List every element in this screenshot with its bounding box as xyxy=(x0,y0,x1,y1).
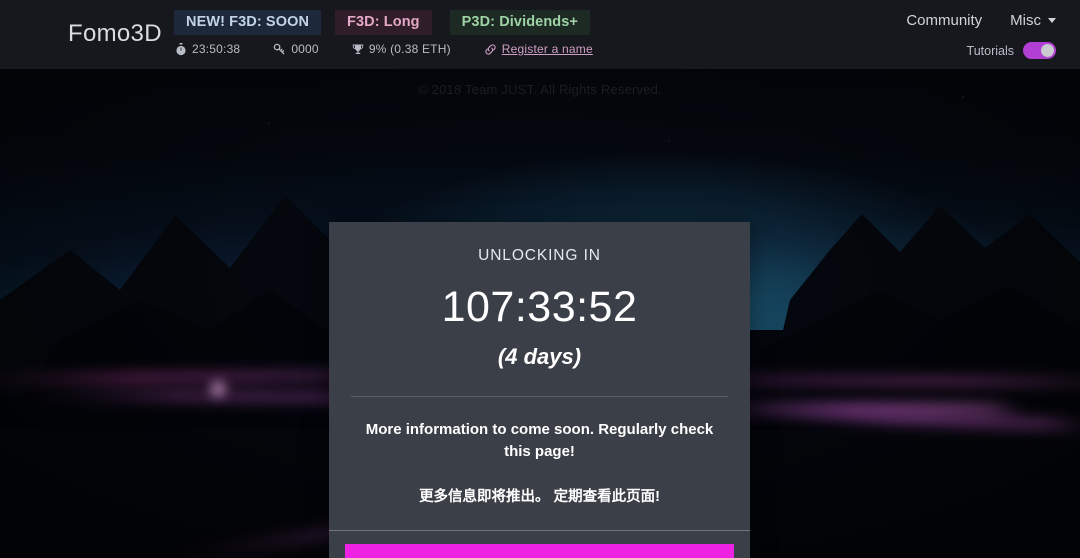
countdown-days: (4 days) xyxy=(497,344,582,370)
stat-keys: 0000 xyxy=(273,42,319,56)
countdown-timer: 107:33:52 xyxy=(441,283,638,331)
secondary-nav: Community Misc xyxy=(906,12,1056,29)
nav-community-label: Community xyxy=(906,12,983,29)
site-header: Fomo3D NEW! F3D: SOON F3D: Long P3D: Div… xyxy=(0,0,1080,69)
stat-dividends: 9% (0.38 ETH) xyxy=(352,42,451,56)
stat-dividends-value: 9% (0.38 ETH) xyxy=(368,42,451,56)
stat-register-label: Register a name xyxy=(501,42,593,56)
primary-nav: NEW! F3D: SOON F3D: Long P3D: Dividends+ xyxy=(174,10,590,35)
nav-link-f3d-long[interactable]: F3D: Long xyxy=(335,10,432,35)
modal-inner-divider xyxy=(351,396,728,398)
modal-message-zh: 更多信息即将推出。 定期查看此页面! xyxy=(419,488,660,505)
chevron-down-icon xyxy=(1048,18,1056,23)
nav-misc-label: Misc xyxy=(1010,12,1041,29)
copyright-text: © 2018 Team JUST. All Rights Reserved. xyxy=(418,82,662,97)
modal-message-en: More information to come soon. Regularly… xyxy=(365,421,714,460)
stat-timer: 23:50:38 xyxy=(175,42,240,56)
tutorials-label: Tutorials xyxy=(966,43,1014,58)
trophy-icon xyxy=(352,43,364,56)
modal-footer: Back xyxy=(329,530,750,558)
tutorials-toggle-row: Tutorials xyxy=(967,42,1056,59)
stopwatch-icon xyxy=(175,42,187,56)
toggle-knob xyxy=(1041,44,1054,57)
tutorials-toggle[interactable] xyxy=(1023,42,1056,59)
stats-bar: 23:50:38 0000 9% (0.38 ETH) Register a n… xyxy=(175,42,593,56)
stat-register-name[interactable]: Register a name xyxy=(484,42,593,56)
nav-link-p3d-dividends[interactable]: P3D: Dividends+ xyxy=(449,10,590,35)
stat-keys-value: 0000 xyxy=(291,42,319,56)
back-button[interactable]: Back xyxy=(345,543,734,558)
nav-community[interactable]: Community xyxy=(906,12,982,29)
app-root: © 2018 Team JUST. All Rights Reserved. F… xyxy=(0,0,1080,558)
brand-logo[interactable]: Fomo3D xyxy=(68,20,162,48)
modal-title: UNLOCKING IN xyxy=(478,247,601,264)
nav-misc-dropdown[interactable]: Misc xyxy=(1010,12,1056,29)
modal-body: UNLOCKING IN 107:33:52 (4 days) More inf… xyxy=(329,222,750,530)
link-icon xyxy=(484,43,497,56)
unlocking-modal: UNLOCKING IN 107:33:52 (4 days) More inf… xyxy=(329,222,750,558)
key-icon xyxy=(273,43,286,56)
stat-timer-value: 23:50:38 xyxy=(192,42,241,56)
nav-link-f3d-soon[interactable]: NEW! F3D: SOON xyxy=(174,10,322,35)
